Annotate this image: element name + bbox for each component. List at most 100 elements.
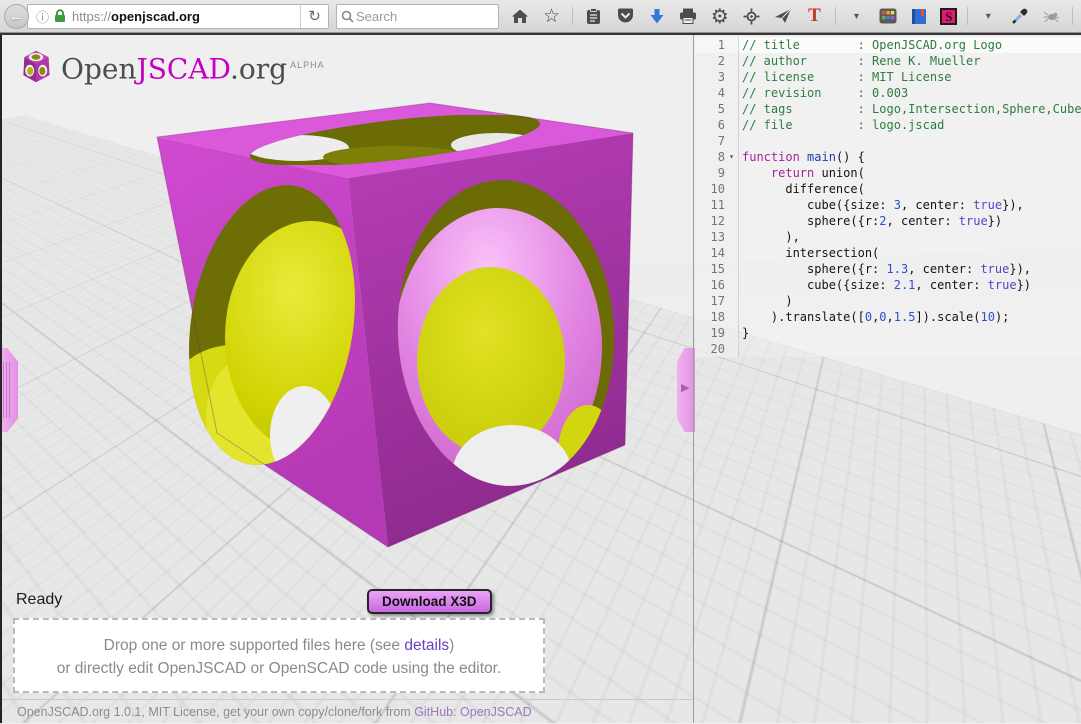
url-field[interactable]: ⓘ https://openjscad.org ↻ bbox=[27, 4, 329, 29]
line-gutter: 9 bbox=[695, 165, 739, 181]
code-line[interactable]: 18 ).translate([0,0,1.5]).scale(10); bbox=[695, 309, 1081, 325]
code-editor[interactable]: 1 // title : OpenJSCAD.org Logo2// author… bbox=[695, 35, 1081, 723]
print-button[interactable] bbox=[677, 5, 699, 27]
code-text[interactable]: // file : logo.jscad bbox=[739, 117, 944, 133]
code-line[interactable]: 9 return union( bbox=[695, 165, 1081, 181]
code-text[interactable]: // revision : 0.003 bbox=[739, 85, 908, 101]
github-link[interactable]: GitHub: OpenJSCAD bbox=[414, 705, 531, 719]
line-gutter: 2 bbox=[695, 53, 739, 69]
code-text[interactable] bbox=[739, 133, 742, 149]
code-text[interactable]: // author : Rene K. Mueller bbox=[739, 53, 980, 69]
download-x3d-button[interactable]: Download X3D bbox=[367, 589, 492, 614]
toolbar-separator bbox=[835, 7, 836, 25]
jscad-logo[interactable]: OpenJSCAD.orgALPHA bbox=[18, 48, 325, 86]
home-icon bbox=[511, 8, 529, 24]
status-text: Ready bbox=[16, 591, 62, 609]
fit-page-button[interactable] bbox=[740, 5, 762, 27]
code-text[interactable]: cube({size: 2.1, center: true}) bbox=[739, 277, 1031, 293]
code-line[interactable]: 10 difference( bbox=[695, 181, 1081, 197]
line-gutter: 15 bbox=[695, 261, 739, 277]
home-button[interactable] bbox=[509, 5, 531, 27]
line-number: 19 bbox=[695, 325, 725, 341]
code-text[interactable]: intersection( bbox=[739, 245, 879, 261]
dictionary-button[interactable] bbox=[909, 5, 931, 27]
pocket-button[interactable] bbox=[614, 5, 636, 27]
reload-button[interactable]: ↻ bbox=[300, 4, 328, 28]
line-number: 20 bbox=[695, 341, 725, 357]
line-gutter: 18 bbox=[695, 309, 739, 325]
code-line[interactable]: 16 cube({size: 2.1, center: true}) bbox=[695, 277, 1081, 293]
code-line[interactable]: 6// file : logo.jscad bbox=[695, 117, 1081, 133]
code-text[interactable]: sphere({r: 1.3, center: true}), bbox=[739, 261, 1031, 277]
viewer-left-border bbox=[0, 35, 2, 723]
text-tool-button[interactable]: T bbox=[803, 5, 825, 27]
browser-toolbar: ← ⓘ https://openjscad.org ↻ ☆ bbox=[0, 0, 1081, 33]
line-gutter: 5 bbox=[695, 101, 739, 117]
shareaholic-caret[interactable]: ▾ bbox=[977, 5, 999, 27]
code-line[interactable]: 12 sphere({r:2, center: true}) bbox=[695, 213, 1081, 229]
code-text[interactable]: // tags : Logo,Intersection,Sphere,Cube bbox=[739, 101, 1081, 117]
line-gutter: 14 bbox=[695, 245, 739, 261]
dropzone-text-line2: or directly edit OpenJSCAD or OpenSCAD c… bbox=[15, 657, 543, 680]
download-arrow-icon bbox=[649, 8, 665, 25]
details-link[interactable]: details bbox=[404, 637, 449, 654]
text-tool-caret[interactable]: ▾ bbox=[846, 5, 868, 27]
line-number: 16 bbox=[695, 277, 725, 293]
bookmark-star-button[interactable]: ☆ bbox=[541, 5, 563, 27]
code-line[interactable]: 7 bbox=[695, 133, 1081, 149]
code-line[interactable]: 20 bbox=[695, 341, 1081, 357]
back-button[interactable]: ← bbox=[4, 4, 29, 29]
eyedropper-button[interactable] bbox=[1009, 5, 1031, 27]
line-number: 1 bbox=[695, 37, 725, 53]
toolbar-separator bbox=[967, 7, 968, 25]
code-text[interactable]: } bbox=[739, 325, 749, 341]
line-gutter: 6 bbox=[695, 117, 739, 133]
left-panel-tab[interactable] bbox=[0, 348, 18, 432]
page-content: OpenJSCAD.orgALPHA ▶ Ready Download X3D … bbox=[0, 33, 1081, 723]
code-line[interactable]: 11 cube({size: 3, center: true}), bbox=[695, 197, 1081, 213]
code-text[interactable]: sphere({r:2, center: true}) bbox=[739, 213, 1002, 229]
dropzone[interactable]: Drop one or more supported files here (s… bbox=[13, 618, 545, 693]
bug-button[interactable] bbox=[1040, 5, 1062, 27]
line-number: 14 bbox=[695, 245, 725, 261]
code-text[interactable] bbox=[739, 341, 742, 357]
logo-cube-icon bbox=[18, 48, 54, 86]
logo-text: OpenJSCAD.orgALPHA bbox=[61, 48, 325, 86]
code-line[interactable]: 4// revision : 0.003 bbox=[695, 85, 1081, 101]
code-text[interactable]: function main() { bbox=[739, 149, 865, 165]
code-text[interactable]: difference( bbox=[739, 181, 865, 197]
printer-icon bbox=[679, 8, 697, 24]
code-line[interactable]: 14 intersection( bbox=[695, 245, 1081, 261]
settings-button[interactable]: ⚙ bbox=[709, 5, 731, 27]
code-text[interactable]: cube({size: 3, center: true}), bbox=[739, 197, 1024, 213]
code-line[interactable]: 2// author : Rene K. Mueller bbox=[695, 53, 1081, 69]
line-number: 12 bbox=[695, 213, 725, 229]
code-text[interactable]: ) bbox=[739, 293, 793, 309]
reading-list-button[interactable] bbox=[583, 5, 605, 27]
code-line[interactable]: 19} bbox=[695, 325, 1081, 341]
panel-divider[interactable] bbox=[693, 35, 694, 723]
search-input[interactable] bbox=[354, 8, 474, 25]
code-text[interactable]: return union( bbox=[739, 165, 865, 181]
line-gutter: 17 bbox=[695, 293, 739, 309]
fold-marker-icon[interactable]: ▾ bbox=[725, 149, 738, 165]
info-icon[interactable]: ⓘ bbox=[36, 7, 49, 26]
code-text[interactable]: ).translate([0,0,1.5]).scale(10); bbox=[739, 309, 1009, 325]
code-line[interactable]: 13 ), bbox=[695, 229, 1081, 245]
code-text[interactable]: // title : OpenJSCAD.org Logo bbox=[739, 37, 1002, 53]
shareaholic-button[interactable]: S bbox=[940, 8, 957, 25]
send-tab-button[interactable] bbox=[772, 5, 794, 27]
code-line[interactable]: 17 ) bbox=[695, 293, 1081, 309]
palette-button[interactable] bbox=[877, 5, 899, 27]
code-line[interactable]: 15 sphere({r: 1.3, center: true}), bbox=[695, 261, 1081, 277]
code-line[interactable]: 1 // title : OpenJSCAD.org Logo bbox=[695, 37, 1081, 53]
code-text[interactable]: ), bbox=[739, 229, 800, 245]
code-line[interactable]: 8▾function main() { bbox=[695, 149, 1081, 165]
toolbar-icons: ☆ bbox=[509, 5, 1075, 27]
code-line[interactable]: 3// license : MIT License bbox=[695, 69, 1081, 85]
lock-icon bbox=[54, 9, 66, 23]
downloads-button[interactable] bbox=[646, 5, 668, 27]
code-line[interactable]: 5// tags : Logo,Intersection,Sphere,Cube bbox=[695, 101, 1081, 117]
search-box[interactable] bbox=[336, 4, 499, 29]
code-text[interactable]: // license : MIT License bbox=[739, 69, 952, 85]
